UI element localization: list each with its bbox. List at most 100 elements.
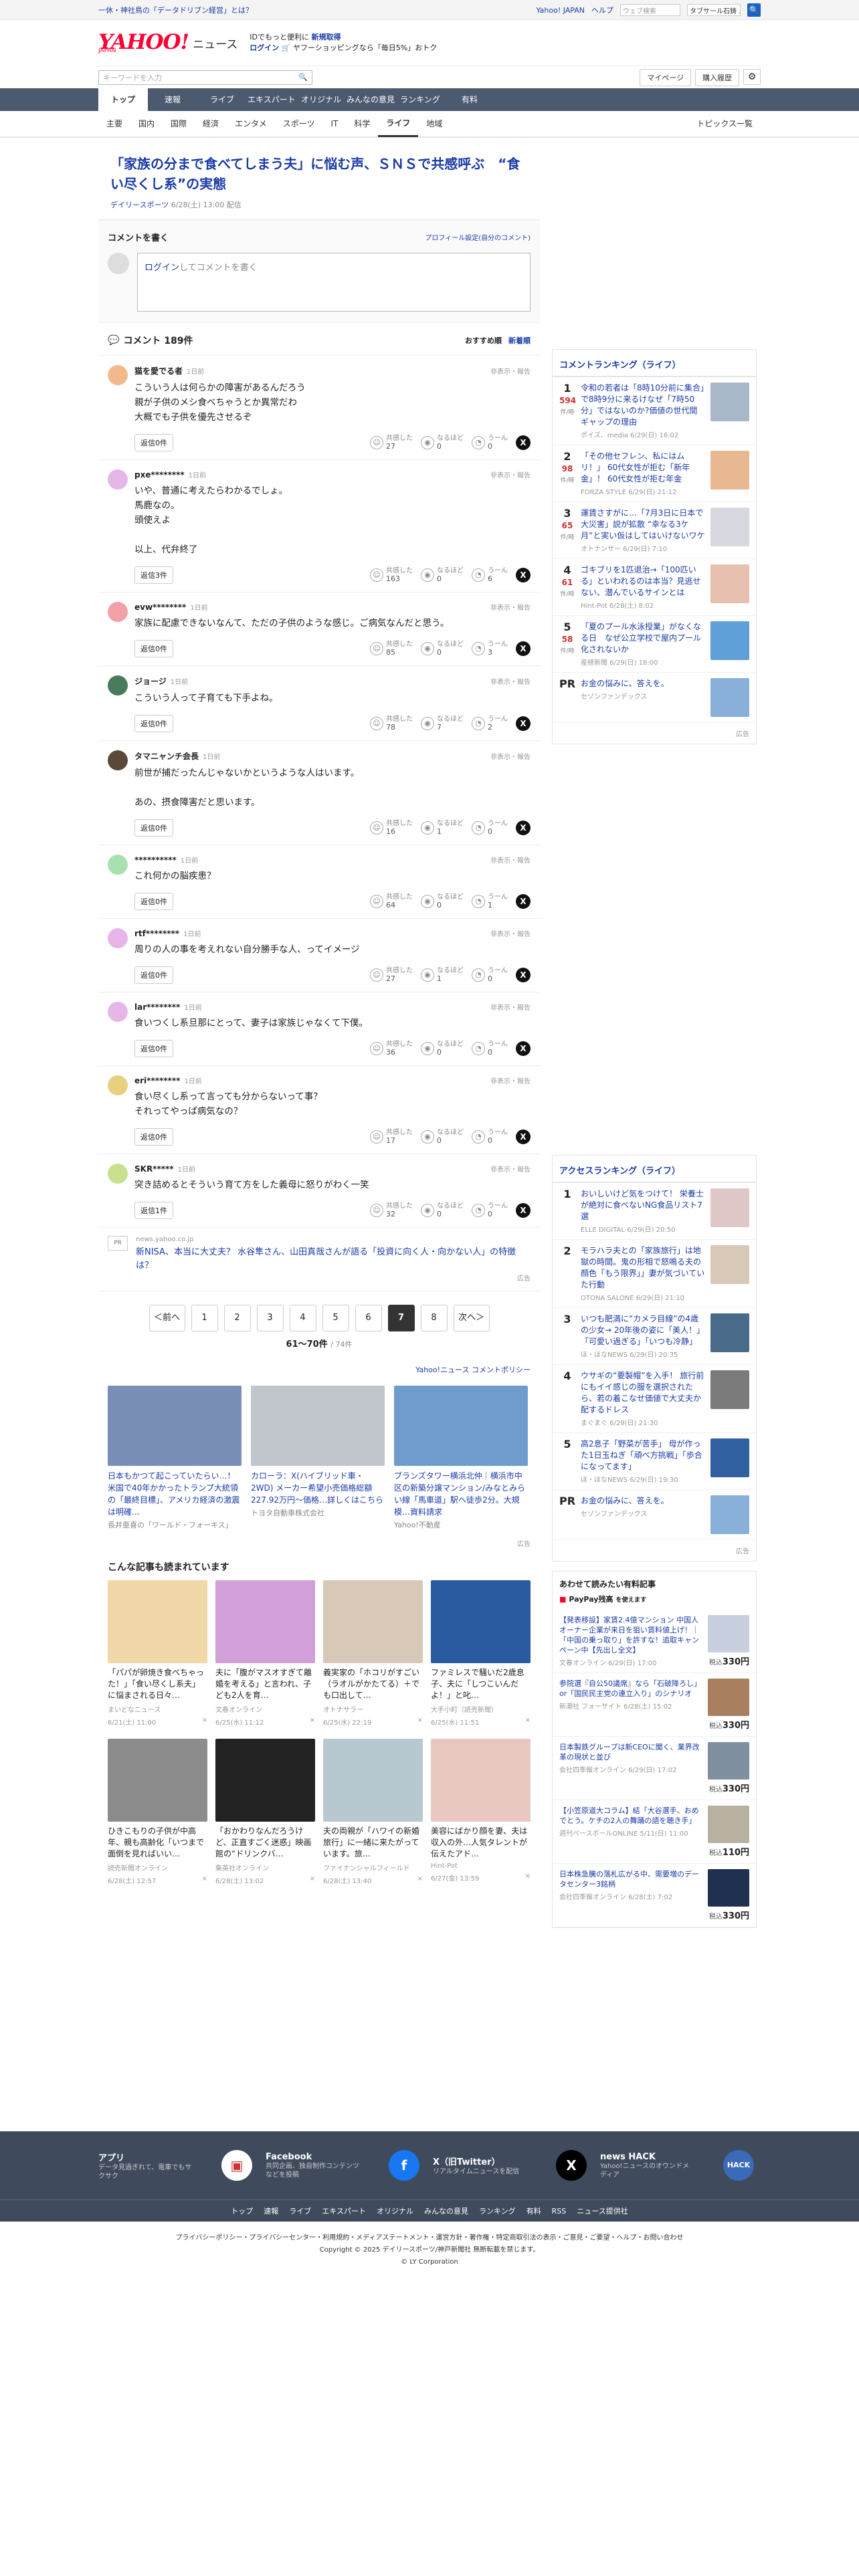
reaction-hmm[interactable]: ◔ うーん 0 [472, 967, 508, 983]
close-icon[interactable]: × [417, 1875, 423, 1885]
close-icon[interactable]: × [202, 1717, 207, 1727]
reaction-hmm[interactable]: ◔ うーん 3 [472, 641, 508, 657]
hide-report-link[interactable]: 非表示・報告 [490, 469, 531, 479]
page-1-button[interactable]: 1 [191, 1305, 218, 1331]
article-headline[interactable]: 夫に「腹がマスオすぎて離婚を考える」と言われ、子ども2人を育… [215, 1667, 315, 1701]
reaction-empathy[interactable]: ☺ 共感した 85 [370, 641, 413, 657]
comment-input[interactable]: ログインしてコメントを書く [137, 253, 531, 312]
hide-report-link[interactable]: 非表示・報告 [490, 751, 531, 761]
reaction-insight[interactable]: ◉ なるほど 1 [421, 820, 464, 836]
reaction-hmm[interactable]: ◔ うーん 0 [472, 435, 508, 451]
footer-box-2[interactable]: Facebook 共同企画、独自制作コンテンツなどを投稿 f [266, 2150, 419, 2181]
tab-6[interactable]: みんなの意見 [346, 88, 395, 111]
x-share-icon[interactable]: X [516, 568, 531, 582]
commenter-name[interactable]: ********** [134, 855, 177, 865]
category-7[interactable]: IT [322, 112, 346, 136]
recommended-article[interactable]: 「パパが卵焼き食べちゃった！」「食い尽くし系夫」に悩まされる日々… まいどなニュー… [108, 1580, 207, 1727]
hide-report-link[interactable]: 非表示・報告 [490, 366, 531, 376]
footer-link-1[interactable]: トップ [231, 2206, 253, 2216]
ad-card[interactable]: ブランズタワー横浜北仲｜横浜市中区の新築分譲マンション/みなとみらい線「馬車道」… [394, 1386, 528, 1530]
commenter-name[interactable]: evw******** [134, 603, 186, 612]
gear-icon[interactable]: ⚙ [743, 68, 761, 85]
ranking-title[interactable]: 「夏のプール水泳授業」がなくなる日 なぜ公立学校で屋内プール化されないか [581, 621, 705, 655]
reaction-insight[interactable]: ◉ なるほど 0 [421, 1041, 464, 1057]
paid-article-title[interactable]: 【小笠原道大コラム】結「大谷選手、おめでとう。ケチの2人の舞踊の語を聴き手」 [559, 1806, 701, 1826]
page-2-button[interactable]: 2 [223, 1305, 251, 1331]
article-headline[interactable]: ひきこもりの子供が中高年、親も高齢化「いつまで面倒を見ればいい… [108, 1826, 207, 1860]
reply-button[interactable]: 返信0件 [134, 434, 173, 451]
paid-article[interactable]: 日本株急騰の落札広がる中、需要増のデータセンター3銘柄 会社四季報オンライン 6/… [553, 1864, 756, 1927]
close-icon[interactable]: × [417, 1717, 423, 1727]
reaction-insight[interactable]: ◉ なるほど 0 [421, 1202, 464, 1218]
paid-article[interactable]: 日本製鉄グループは新CEOに聞く、業界改革の現状と並び 会社四季報オンライン 6/… [553, 1737, 756, 1800]
reaction-empathy[interactable]: ☺ 共感した 27 [370, 435, 413, 451]
ranking-item[interactable]: PR お金の悩みに、答えを。 セゾンファンデックス [553, 1490, 756, 1540]
footer-link-8[interactable]: 有料 [527, 2206, 541, 2216]
reaction-empathy[interactable]: ☺ 共感した 27 [370, 967, 413, 983]
x-share-icon[interactable]: X [516, 1130, 531, 1144]
reaction-hmm[interactable]: ◔ うーん 0 [472, 1041, 508, 1057]
tab-2[interactable]: 速報 [148, 88, 197, 111]
keyword-search-input[interactable]: キーワードを入力 🔍 [98, 70, 312, 85]
ad-card[interactable]: 日本もかつて起こっていたらい…！米国で40年かかったトランプ大統領の「最終目標」… [108, 1386, 242, 1530]
reply-button[interactable]: 返信0件 [134, 640, 173, 657]
category-8[interactable]: 科学 [346, 112, 378, 136]
commenter-name[interactable]: eri******** [134, 1076, 180, 1085]
ranking-item[interactable]: 4 ウサギの“要製帽”を入手！ 旅行前にもイイ感じの服を選択されたら、若の着こなせ… [553, 1365, 756, 1433]
reply-button[interactable]: 返信3件 [134, 566, 173, 584]
ad-title[interactable]: ブランズタワー横浜北仲｜横浜市中区の新築分譲マンション/みなとみらい線「馬車道」… [394, 1470, 528, 1518]
ad-card[interactable]: カローラ：X(ハイブリッド車・2WD) メーカー希望小売価格総額227.92万円… [251, 1386, 385, 1530]
hide-report-link[interactable]: 非表示・報告 [490, 1164, 531, 1174]
ranking-title[interactable]: 「その他セフレン、私にはムリ！」 60代女性が拒む「新年金」！ 60代女性が拒む… [581, 451, 705, 485]
article-headline[interactable]: 「パパが卵焼き食べちゃった！」「食い尽くし系夫」に悩まされる日々… [108, 1667, 207, 1701]
article-headline[interactable]: 夫の両親が「ハワイの新婚旅行」に一緒に来たがっています。旅… [323, 1826, 423, 1860]
x-share-icon[interactable]: X [516, 1203, 531, 1218]
close-icon[interactable]: × [310, 1717, 315, 1727]
commenter-name[interactable]: rtf******** [134, 929, 179, 938]
paid-article-title[interactable]: 【発表移設】家賃2.4億マンション 中国人オーナー企業が来日を狙い賃料値上げ！｜… [559, 1615, 701, 1655]
login-link[interactable]: ログイン [145, 263, 179, 273]
yahoo-japan-link[interactable]: Yahoo! JAPAN [536, 6, 585, 15]
reaction-empathy[interactable]: ☺ 共感した 32 [370, 1202, 413, 1218]
reply-button[interactable]: 返信0件 [134, 893, 173, 910]
x-share-icon[interactable]: X [516, 1041, 531, 1056]
category-10[interactable]: 地域 [418, 112, 450, 136]
help-link[interactable]: ヘルプ [591, 5, 613, 15]
ranking-title[interactable]: 令和の若者は「8時10分前に集合」で8時9分に来るけなぜ「7時50分」ではないの… [581, 383, 705, 428]
footer-box-3[interactable]: X（旧Twitter） リアルタイムニュースを配信 X [433, 2150, 587, 2181]
page-7-button[interactable]: 7 [387, 1305, 415, 1331]
page-4-button[interactable]: 4 [289, 1305, 316, 1331]
search-icon[interactable]: 🔍 [298, 73, 308, 82]
reaction-insight[interactable]: ◉ なるほど 1 [421, 967, 464, 983]
page-3-button[interactable]: 3 [256, 1305, 284, 1331]
reply-button[interactable]: 返信1件 [134, 1202, 173, 1219]
article-title[interactable]: 「家族の分まで食べてしまう夫」に悩む声、ＳＮＳで共感呼ぶ “食い尽くし系”の実態 [110, 154, 528, 194]
reaction-insight[interactable]: ◉ なるほど 7 [421, 716, 464, 732]
ranking-title[interactable]: いつも肥満に“カメラ目線”の4歳の少女→ 20年後の姿に「美人！」「可愛い過ぎる… [581, 1313, 705, 1348]
sort-newest[interactable]: 新着順 [508, 335, 531, 346]
ranking-title[interactable]: ゴキブリを1匹退治→「100匹いる」といわれるのは本当？見逃せない、潜んでいるサ… [581, 564, 705, 599]
footer-box-4[interactable]: news HACK Yahoo!ニュースのオウンドメディア HACK [600, 2150, 754, 2181]
reaction-hmm[interactable]: ◔ うーん 2 [472, 716, 508, 732]
shopping-promo[interactable]: ヤフーショッピングなら「毎日5%」おトク [293, 43, 437, 52]
ad-title[interactable]: カローラ：X(ハイブリッド車・2WD) メーカー希望小売価格総額227.92万円… [251, 1470, 385, 1506]
ranking-item[interactable]: 3 いつも肥満に“カメラ目線”の4歳の少女→ 20年後の姿に「美人！」「可愛い過ぎ… [553, 1308, 756, 1365]
article-headline[interactable]: 美容にばかり顔を妻、夫は収入の外…人気タレントが伝えたアド… [431, 1826, 531, 1860]
tab-1[interactable]: トップ [98, 88, 148, 111]
commenter-name[interactable]: 猫を愛でる者 [134, 366, 183, 376]
legal-links[interactable]: プライバシーポリシー・プライバシーセンター・利用規約・メディアステートメント・運… [0, 2232, 859, 2244]
reaction-hmm[interactable]: ◔ うーん 6 [472, 567, 508, 583]
x-share-icon[interactable]: X [516, 894, 531, 909]
reaction-empathy[interactable]: ☺ 共感した 78 [370, 716, 413, 732]
footer-link-5[interactable]: オリジナル [377, 2206, 413, 2216]
ranking-title[interactable]: おいしいけど気をつけて！ 栄養士が絶対に食べないNG食品リスト7選 [581, 1188, 705, 1222]
article-headline[interactable]: 「おかわりなんだろうけど、正直すごく迷惑」映画館の“ドリンクバ… [215, 1826, 315, 1860]
article-headline[interactable]: 義実家の「ホコリがすごい（ラオルがかたてる）＋でも口出して… [323, 1667, 423, 1701]
ranking-item[interactable]: 1 594 件/時 令和の若者は「8時10分前に集合」で8時9分に来るけなぜ「7時50… [553, 377, 756, 445]
page-8-button[interactable]: 8 [420, 1305, 448, 1331]
article-headline[interactable]: ファミレスで騒いだ2歳息子、夫に「しつこいんだよ！」と叱… [431, 1667, 531, 1701]
hide-report-link[interactable]: 非表示・報告 [490, 676, 531, 686]
paid-article-title[interactable]: 参院選『自公50議席』なら「石破降ろし」or「国民民主党の連立入り」のシナリオ [559, 1679, 701, 1699]
reaction-hmm[interactable]: ◔ うーん 0 [472, 1202, 508, 1218]
commenter-name[interactable]: タマニャンチ会長 [134, 752, 199, 761]
